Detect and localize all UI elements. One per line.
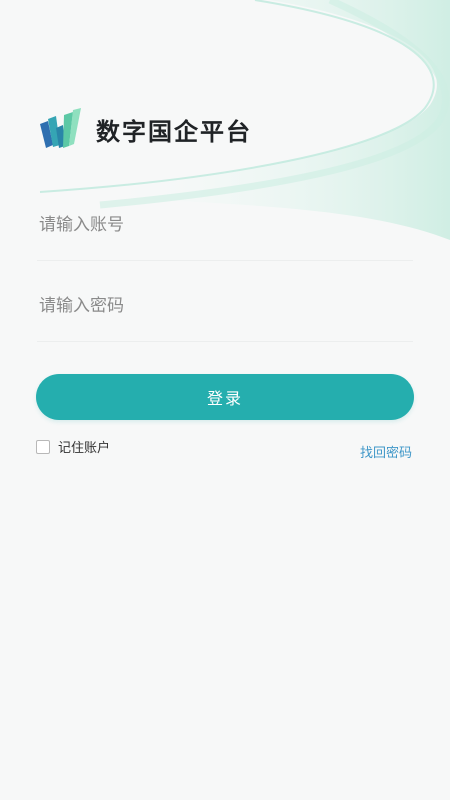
password-underline bbox=[37, 341, 413, 342]
checkbox-icon[interactable] bbox=[36, 439, 50, 454]
password-field[interactable] bbox=[37, 284, 413, 342]
password-input[interactable] bbox=[37, 284, 413, 328]
app-logo-icon bbox=[40, 108, 81, 148]
account-underline bbox=[37, 260, 413, 261]
remember-account-toggle[interactable]: 记住账户 bbox=[36, 437, 110, 456]
brand-header: 数字国企平台 bbox=[38, 108, 252, 156]
forgot-password-link[interactable]: 找回密码 bbox=[360, 442, 412, 461]
remember-account-label: 记住账户 bbox=[58, 441, 111, 456]
account-field[interactable] bbox=[37, 203, 413, 261]
login-button[interactable]: 登录 bbox=[36, 374, 414, 420]
account-input[interactable] bbox=[37, 203, 413, 247]
app-title: 数字国企平台 bbox=[96, 118, 252, 146]
